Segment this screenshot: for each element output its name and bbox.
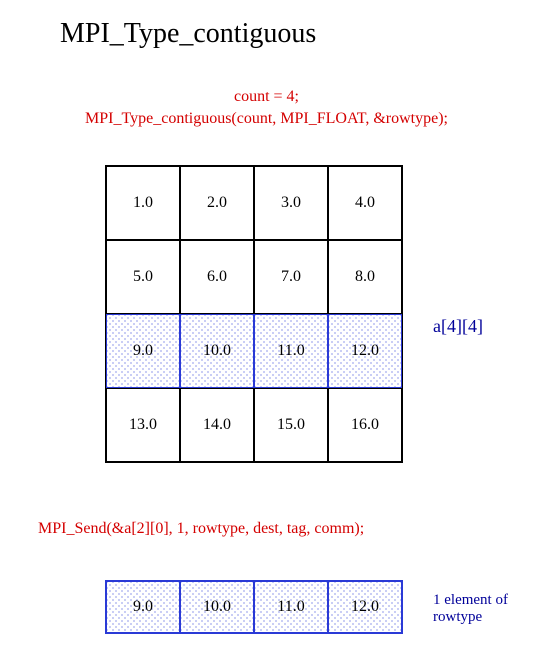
matrix-cell: 12.0 [328,314,402,388]
matrix-row-0: 1.0 2.0 3.0 4.0 [106,166,402,240]
rowtype-cell: 12.0 [328,581,402,633]
matrix-cell: 3.0 [254,166,328,240]
matrix-cell: 10.0 [180,314,254,388]
diagram-page: MPI_Type_contiguous count = 4; MPI_Type_… [0,0,533,653]
matrix-cell: 7.0 [254,240,328,314]
rowtype-cell: 9.0 [106,581,180,633]
rowtype-label: 1 element ofrowtype [433,592,508,627]
matrix-row-2-highlighted: 9.0 10.0 11.0 12.0 [106,314,402,388]
matrix-cell: 9.0 [106,314,180,388]
matrix-row-1: 5.0 6.0 7.0 8.0 [106,240,402,314]
page-title: MPI_Type_contiguous [60,18,316,50]
matrix-cell: 15.0 [254,388,328,462]
rowtype-cell: 10.0 [180,581,254,633]
matrix-cell: 13.0 [106,388,180,462]
matrix-cell: 5.0 [106,240,180,314]
matrix-cell: 1.0 [106,166,180,240]
matrix-a: 1.0 2.0 3.0 4.0 5.0 6.0 7.0 8.0 9.0 10.0… [105,165,403,463]
matrix-cell: 4.0 [328,166,402,240]
matrix-cell: 6.0 [180,240,254,314]
rowtype-cell: 11.0 [254,581,328,633]
matrix-cell: 8.0 [328,240,402,314]
matrix-cell: 14.0 [180,388,254,462]
matrix-cell: 16.0 [328,388,402,462]
type-contiguous-call: MPI_Type_contiguous(count, MPI_FLOAT, &r… [0,110,533,128]
count-statement: count = 4; [0,88,533,106]
rowtype-element: 9.0 10.0 11.0 12.0 [105,580,403,634]
matrix-cell: 2.0 [180,166,254,240]
matrix-cell: 11.0 [254,314,328,388]
matrix-row-3: 13.0 14.0 15.0 16.0 [106,388,402,462]
mpi-send-call: MPI_Send(&a[2][0], 1, rowtype, dest, tag… [38,520,364,538]
matrix-label: a[4][4] [433,316,483,337]
